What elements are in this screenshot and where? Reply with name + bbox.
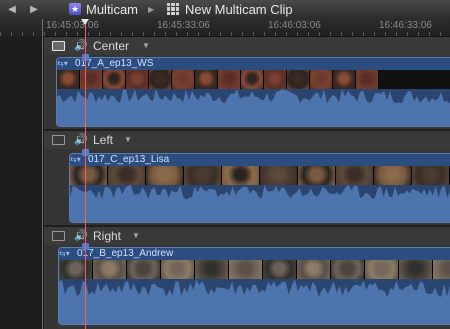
playhead[interactable] (85, 19, 86, 329)
monitor-icon[interactable] (52, 41, 65, 51)
multicam-icon: ★ (69, 3, 81, 15)
filmstrip-frame (222, 166, 260, 185)
filmstrip-frame (172, 70, 195, 89)
filmstrip-frame (333, 70, 356, 89)
waveform-shape (59, 279, 450, 324)
filmstrip-frame (108, 166, 146, 185)
filmstrip-frame (59, 260, 93, 279)
audio-waveform (57, 89, 450, 126)
filmstrip-frame (229, 260, 263, 279)
filmstrip-frame (310, 70, 333, 89)
chevron-down-icon[interactable]: ▼ (142, 37, 150, 55)
monitor-icon[interactable] (52, 135, 65, 145)
video-clip[interactable]: ⇆▾ 017_A_ep13_WS (56, 57, 450, 127)
filmstrip-frame (57, 70, 80, 89)
filmstrip-frame (298, 166, 336, 185)
clip-grid-icon (167, 3, 179, 15)
filmstrip-frame (126, 70, 149, 89)
clip-options-icon[interactable]: ⇆▾ (59, 248, 77, 260)
filmstrip-frame (264, 70, 287, 89)
angle-lane-center[interactable]: 🔊 Center ▼ ⇆▾ 017_A_ep13_WS (44, 37, 450, 129)
filmstrip-frame (70, 166, 108, 185)
filmstrip-frame (184, 166, 222, 185)
video-clip[interactable]: ⇆▾ 017_B_ep13_Andrew (58, 247, 450, 325)
clip-name: 017_C_ep13_Lisa (88, 154, 170, 165)
filmstrip-frame (93, 260, 127, 279)
chevron-down-icon[interactable]: ▼ (132, 227, 140, 245)
angle-lane-right[interactable]: 🔊 Right ▼ ⇆▾ 017_B_ep13_Andrew (44, 227, 450, 329)
back-arrow-icon[interactable]: ◀ (2, 2, 22, 17)
clip-name: 017_B_ep13_Andrew (77, 248, 174, 259)
clip-title-bar: ⇆▾ 017_C_ep13_Lisa (70, 154, 450, 166)
filmstrip (57, 70, 450, 89)
filmstrip-frame (331, 260, 365, 279)
time-ruler[interactable]: 16:45:03:06 16:45:33:06 16:46:03:06 16:4… (0, 19, 450, 37)
filmstrip-frame (412, 166, 450, 185)
ruler-ticks (0, 32, 450, 36)
angle-header: 🔊 Left ▼ (44, 131, 450, 149)
forward-arrow-icon[interactable]: ▶ (24, 2, 44, 17)
ruler-timecode: 16:46:03:06 (268, 20, 321, 31)
angle-header: 🔊 Right ▼ (44, 227, 450, 245)
filmstrip-frame (336, 166, 374, 185)
breadcrumb-current-clip: New Multicam Clip (185, 2, 293, 17)
filmstrip-frame (374, 166, 412, 185)
filmstrip-frame (149, 70, 172, 89)
ruler-timecode: 16:46:33:06 (379, 20, 432, 31)
filmstrip-frame (103, 70, 126, 89)
filmstrip (59, 260, 450, 279)
angle-name: Center (93, 39, 130, 53)
breadcrumb-separator-icon: ▶ (148, 5, 155, 14)
breadcrumb-multicam[interactable]: Multicam (86, 0, 138, 19)
ruler-timecode: 16:45:33:06 (157, 20, 210, 31)
filmstrip-frame (263, 260, 297, 279)
filmstrip-frame (297, 260, 331, 279)
filmstrip-frame (433, 260, 450, 279)
filmstrip-frame (161, 260, 195, 279)
filmstrip-frame (146, 166, 184, 185)
timeline-nav-bar: ◀ ▶ ★ Multicam ▶ New Multicam Clip (0, 0, 450, 20)
clip-title-bar: ⇆▾ 017_B_ep13_Andrew (59, 248, 450, 260)
ruler-timecode: 16:45:03:06 (46, 20, 99, 31)
audio-waveform (59, 279, 450, 324)
filmstrip-frame (287, 70, 310, 89)
filmstrip-frame (195, 260, 229, 279)
audio-waveform (70, 185, 450, 222)
filmstrip-frame (127, 260, 161, 279)
clip-title-bar: ⇆▾ 017_A_ep13_WS (57, 58, 450, 70)
angle-lane-left[interactable]: 🔊 Left ▼ ⇆▾ 017_C_ep13_Lisa (44, 131, 450, 225)
filmstrip-frame (195, 70, 218, 89)
filmstrip-frame (241, 70, 264, 89)
filmstrip-frame (399, 260, 433, 279)
skimmer-line (42, 19, 43, 329)
monitor-icon[interactable] (52, 231, 65, 241)
waveform-shape (57, 89, 450, 126)
clip-options-icon[interactable]: ⇆▾ (57, 58, 75, 70)
filmstrip (70, 166, 450, 185)
angle-name: Left (93, 133, 114, 147)
filmstrip-frame (218, 70, 241, 89)
timeline-left-gutter (0, 36, 44, 329)
waveform-shape (70, 185, 450, 222)
angle-name: Right (93, 229, 122, 243)
filmstrip-frame (80, 70, 103, 89)
angle-header: 🔊 Center ▼ (44, 37, 450, 55)
playhead-handle[interactable] (81, 19, 89, 25)
filmstrip-frame (356, 70, 379, 89)
filmstrip-frame (365, 260, 399, 279)
video-clip[interactable]: ⇆▾ 017_C_ep13_Lisa (69, 153, 450, 223)
filmstrip-frame (260, 166, 298, 185)
chevron-down-icon[interactable]: ▼ (124, 131, 132, 149)
